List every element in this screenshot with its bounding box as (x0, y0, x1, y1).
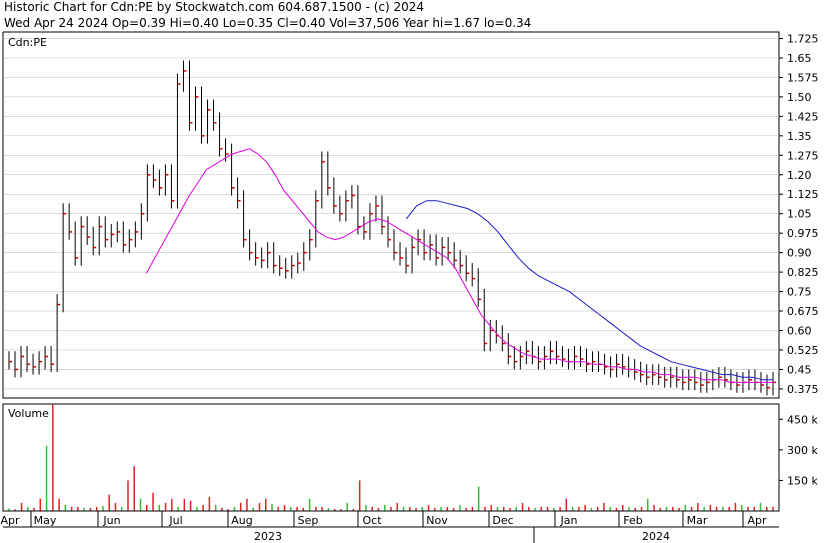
month-label: Apr (0, 514, 20, 527)
price-panel-title: Cdn:PE (8, 36, 47, 49)
volume-tick-label: 450 k (787, 413, 818, 426)
month-label: Nov (426, 514, 448, 527)
price-tick-label: 1.125 (787, 188, 819, 201)
month-label: Oct (362, 514, 382, 527)
month-label: Aug (231, 514, 252, 527)
price-tick-label: 1.65 (787, 52, 812, 65)
price-tick-label: 0.525 (787, 344, 819, 357)
month-label: Jul (168, 514, 182, 527)
volume-frame (2, 403, 780, 512)
price-tick-label: 0.75 (787, 286, 812, 299)
price-tick-label: 1.725 (787, 32, 819, 45)
price-tick-label: 0.675 (787, 305, 819, 318)
price-tick-label: 0.825 (787, 266, 819, 279)
month-label: Sep (298, 514, 319, 527)
month-label: Jun (102, 514, 120, 527)
price-frame (2, 31, 780, 399)
volume-tick-label: 300 k (787, 444, 818, 457)
price-tick-label: 0.90 (787, 247, 812, 260)
price-tick-label: 0.60 (787, 325, 812, 338)
price-tick-label: 1.35 (787, 130, 812, 143)
price-panel: 1.725 1.65 1.575 1.50 1.425 1.35 1.275 1.20 1.12… (2, 31, 819, 399)
month-label: Jan (560, 514, 578, 527)
price-tick-label: 0.45 (787, 363, 812, 376)
year-label: 2023 (254, 530, 282, 543)
month-label: Feb (623, 514, 642, 527)
month-label: May (34, 514, 57, 527)
time-axis: Apr May Jun Jul Aug Sep Oct Nov Dec Jan Feb Mar Apr 2… (0, 510, 779, 543)
volume-tick-label: 150 k (787, 474, 818, 487)
month-label: Mar (687, 514, 708, 527)
price-tick-label: 1.05 (787, 208, 812, 221)
price-tick-label: 1.575 (787, 71, 819, 84)
price-tick-label: 1.275 (787, 149, 819, 162)
price-tick-label: 1.50 (787, 91, 812, 104)
month-label: Apr (747, 514, 767, 527)
month-label: Dec (492, 514, 513, 527)
price-tick-label: 1.20 (787, 169, 812, 182)
volume-panel: Volume 450 k 300 k 150 k (2, 403, 818, 512)
year-label: 2024 (642, 530, 670, 543)
price-tick-label: 0.975 (787, 227, 819, 240)
volume-panel-title: Volume (8, 407, 49, 420)
price-volume-chart: 1.725 1.65 1.575 1.50 1.425 1.35 1.275 1.20 1.12… (0, 31, 819, 543)
price-tick-label: 0.375 (787, 383, 819, 396)
price-tick-label: 1.425 (787, 110, 819, 123)
